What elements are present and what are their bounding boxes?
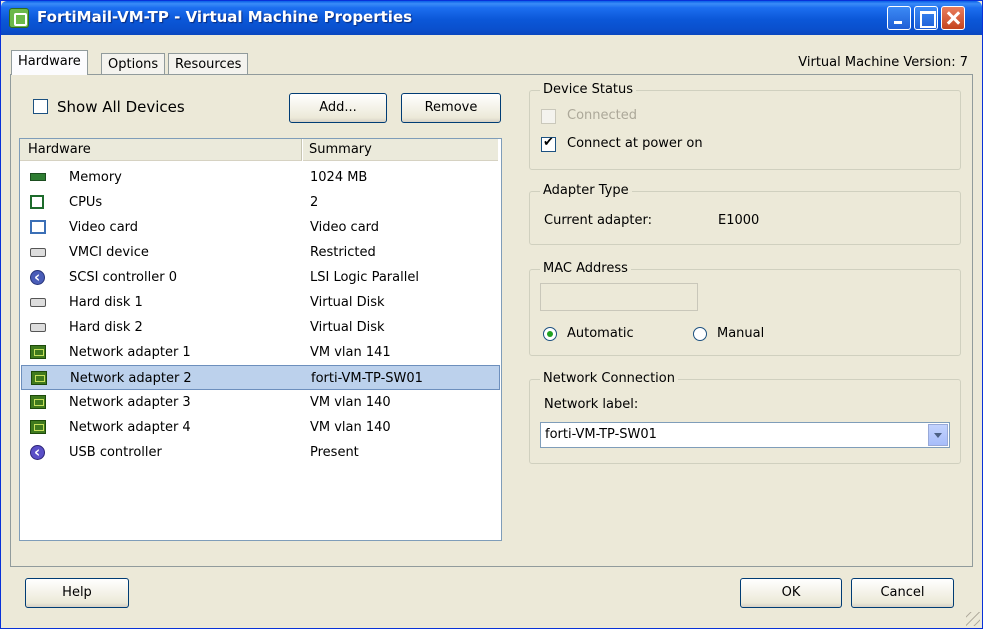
network-adapter-icon: [30, 395, 46, 409]
manual-radio[interactable]: [693, 327, 707, 341]
hardware-row-network-adapter-1[interactable]: Network adapter 1 VM vlan 141: [21, 340, 500, 365]
hardware-summary: Present: [310, 445, 359, 460]
hardware-summary: VM vlan 141: [310, 345, 391, 360]
hardware-row-cpus[interactable]: CPUs 2: [21, 190, 500, 215]
resize-grip-icon[interactable]: [966, 612, 980, 626]
video-card-icon: [30, 220, 46, 234]
network-adapter-icon: [30, 420, 46, 434]
show-all-devices-checkbox[interactable]: [33, 99, 48, 114]
help-button[interactable]: Help: [25, 578, 129, 608]
remove-button[interactable]: Remove: [401, 93, 501, 123]
vm-version-label: Virtual Machine Version: 7: [798, 55, 968, 70]
hardware-name: CPUs: [69, 195, 103, 210]
hardware-name: Memory: [69, 170, 122, 185]
tab-hardware[interactable]: Hardware: [11, 50, 88, 75]
hardware-row-hard-disk-2[interactable]: Hard disk 2 Virtual Disk: [21, 315, 500, 340]
hardware-row-network-adapter-4[interactable]: Network adapter 4 VM vlan 140: [21, 415, 500, 440]
connect-at-power-on-label: Connect at power on: [567, 136, 703, 151]
current-adapter-value: E1000: [718, 213, 760, 228]
connected-checkbox[interactable]: [541, 109, 556, 124]
hardware-summary: Video card: [310, 220, 380, 235]
current-adapter-label: Current adapter:: [544, 213, 652, 228]
title-bar[interactable]: FortiMail-VM-TP - Virtual Machine Proper…: [1, 1, 982, 35]
hardware-row-hard-disk-1[interactable]: Hard disk 1 Virtual Disk: [21, 290, 500, 315]
app-icon: [9, 8, 29, 28]
network-label-selected-value: forti-VM-TP-SW01: [545, 427, 657, 442]
tab-resources[interactable]: Resources: [168, 53, 249, 75]
show-all-devices-label: Show All Devices: [57, 98, 185, 116]
vmci-device-icon: [30, 248, 46, 257]
hardware-row-video-card[interactable]: Video card Video card: [21, 215, 500, 240]
hardware-row-scsi-controller[interactable]: SCSI controller 0 LSI Logic Parallel: [21, 265, 500, 290]
add-button[interactable]: Add...: [289, 93, 387, 123]
hardware-summary: forti-VM-TP-SW01: [311, 371, 423, 386]
chevron-down-icon[interactable]: [928, 424, 948, 446]
hardware-name: Hard disk 2: [69, 320, 143, 335]
device-status-group: Device Status: [529, 82, 961, 170]
cancel-button[interactable]: Cancel: [851, 578, 954, 608]
hardware-summary: VM vlan 140: [310, 420, 391, 435]
column-header-summary[interactable]: Summary: [303, 139, 498, 161]
hardware-row-network-adapter-3[interactable]: Network adapter 3 VM vlan 140: [21, 390, 500, 415]
hardware-name: Network adapter 1: [69, 345, 191, 360]
network-label-caption: Network label:: [544, 397, 639, 412]
hardware-list[interactable]: Hardware Summary Memory 1024 MB CPUs 2 V…: [19, 138, 502, 541]
usb-controller-icon: [30, 440, 45, 465]
hardware-name: Hard disk 1: [69, 295, 143, 310]
tab-options[interactable]: Options: [101, 53, 166, 75]
window-title: FortiMail-VM-TP - Virtual Machine Proper…: [37, 8, 413, 26]
hardware-summary: Virtual Disk: [310, 295, 385, 310]
network-adapter-icon: [31, 371, 47, 385]
scsi-controller-icon: [30, 265, 45, 290]
adapter-type-title: Adapter Type: [540, 183, 632, 198]
mac-address-title: MAC Address: [540, 261, 631, 276]
hard-disk-icon: [30, 298, 46, 307]
vm-properties-window: FortiMail-VM-TP - Virtual Machine Proper…: [0, 0, 983, 629]
hardware-summary: Restricted: [310, 245, 376, 260]
cpu-icon: [30, 195, 44, 209]
hardware-summary: VM vlan 140: [310, 395, 391, 410]
memory-icon: [30, 173, 46, 181]
hardware-summary: 2: [310, 195, 319, 210]
hardware-row-usb-controller[interactable]: USB controller Present: [21, 440, 500, 465]
mac-address-field[interactable]: [540, 283, 698, 311]
hardware-row-network-adapter-2[interactable]: Network adapter 2 forti-VM-TP-SW01: [21, 365, 500, 390]
hardware-row-vmci-device[interactable]: VMCI device Restricted: [21, 240, 500, 265]
hardware-name: Network adapter 4: [69, 420, 191, 435]
network-adapter-icon: [30, 345, 46, 359]
connected-label: Connected: [567, 108, 638, 123]
hardware-name: USB controller: [69, 445, 162, 460]
hardware-name: Network adapter 2: [70, 371, 192, 386]
hardware-summary: Virtual Disk: [310, 320, 385, 335]
ok-button[interactable]: OK: [740, 578, 842, 608]
hardware-name: VMCI device: [69, 245, 149, 260]
automatic-radio[interactable]: [543, 327, 557, 341]
close-button[interactable]: [941, 6, 965, 30]
column-header-hardware[interactable]: Hardware: [20, 139, 302, 161]
hardware-name: Video card: [69, 220, 139, 235]
maximize-button[interactable]: [914, 6, 938, 30]
hardware-summary: 1024 MB: [310, 170, 368, 185]
network-label-select[interactable]: forti-VM-TP-SW01: [540, 422, 950, 448]
hardware-row-memory[interactable]: Memory 1024 MB: [21, 165, 500, 190]
network-connection-title: Network Connection: [540, 371, 678, 386]
hardware-name: SCSI controller 0: [69, 270, 177, 285]
manual-label: Manual: [717, 326, 765, 341]
automatic-label: Automatic: [567, 326, 634, 341]
hard-disk-icon: [30, 323, 46, 332]
device-status-title: Device Status: [540, 82, 637, 97]
hardware-name: Network adapter 3: [69, 395, 191, 410]
hardware-summary: LSI Logic Parallel: [310, 270, 419, 285]
minimize-button[interactable]: [887, 6, 911, 30]
connect-at-power-on-checkbox[interactable]: [541, 135, 556, 152]
